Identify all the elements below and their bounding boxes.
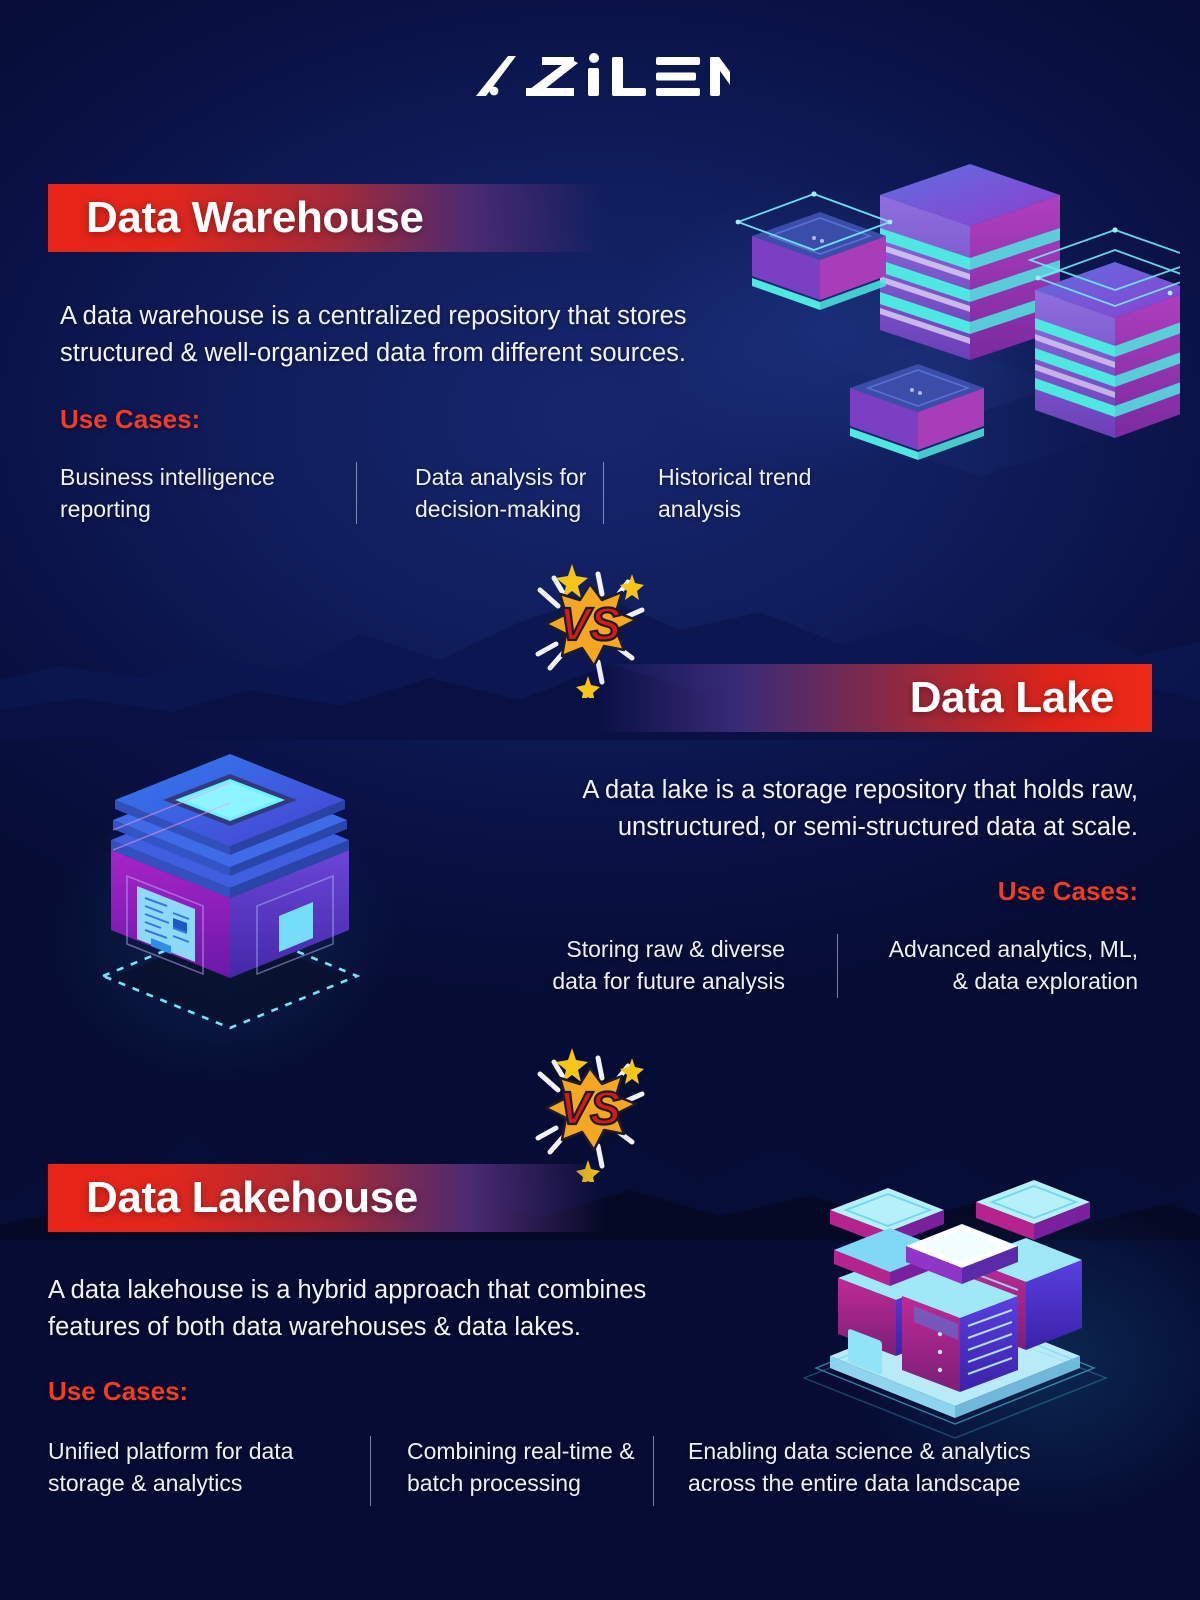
usecases-row-data-warehouse: Business intelligence reporting Data ana…	[60, 462, 950, 525]
usecases-row-data-lakehouse: Unified platform for data storage & anal…	[48, 1436, 1158, 1506]
section-title-data-lake: Data Lake	[909, 673, 1115, 722]
usecases-label-data-warehouse: Use Cases:	[60, 404, 201, 434]
section-description-data-lake: A data lake is a storage repository that…	[582, 776, 1138, 841]
vs-badge-label: VS	[559, 1082, 621, 1134]
usecase-item: Unified platform for data storage & anal…	[48, 1438, 294, 1496]
illustration-data-lakehouse	[790, 1110, 1120, 1440]
usecases-row-data-lake: Storing raw & diverse data for future an…	[438, 934, 1138, 998]
usecase-item: Storing raw & diverse data for future an…	[552, 936, 785, 994]
vs-badge-label: VS	[559, 598, 621, 650]
section-title-data-warehouse: Data Warehouse	[86, 193, 424, 242]
brand-logo[interactable]: AZILEN	[0, 52, 1200, 105]
section-banner-data-lake: Data Lake	[596, 664, 1152, 732]
section-banner-data-lakehouse: Data Lakehouse	[48, 1164, 604, 1232]
usecases-label-data-lakehouse: Use Cases:	[48, 1376, 189, 1406]
illustration-data-lake	[55, 680, 405, 1030]
section-title-data-lakehouse: Data Lakehouse	[86, 1173, 418, 1222]
usecase-item: Data analysis for decision-making	[415, 464, 587, 522]
vs-badge-lake-lakehouse: VS	[510, 1032, 670, 1186]
usecase-item: Historical trend analysis	[658, 464, 812, 522]
section-banner-data-warehouse: Data Warehouse	[48, 184, 604, 252]
usecase-item: Combining real-time & batch processing	[407, 1438, 635, 1496]
usecase-item: Business intelligence reporting	[60, 464, 275, 522]
section-description-data-warehouse: A data warehouse is a centralized reposi…	[60, 302, 687, 367]
usecases-label-data-lake: Use Cases:	[997, 876, 1138, 906]
section-description-data-lakehouse: A data lakehouse is a hybrid approach th…	[48, 1276, 647, 1341]
usecase-item: Advanced analytics, ML, & data explorati…	[888, 936, 1138, 994]
azilen-logo-mark	[476, 53, 750, 96]
usecase-item: Enabling data science & analytics across…	[688, 1438, 1031, 1496]
illustration-data-warehouse	[730, 150, 1200, 480]
